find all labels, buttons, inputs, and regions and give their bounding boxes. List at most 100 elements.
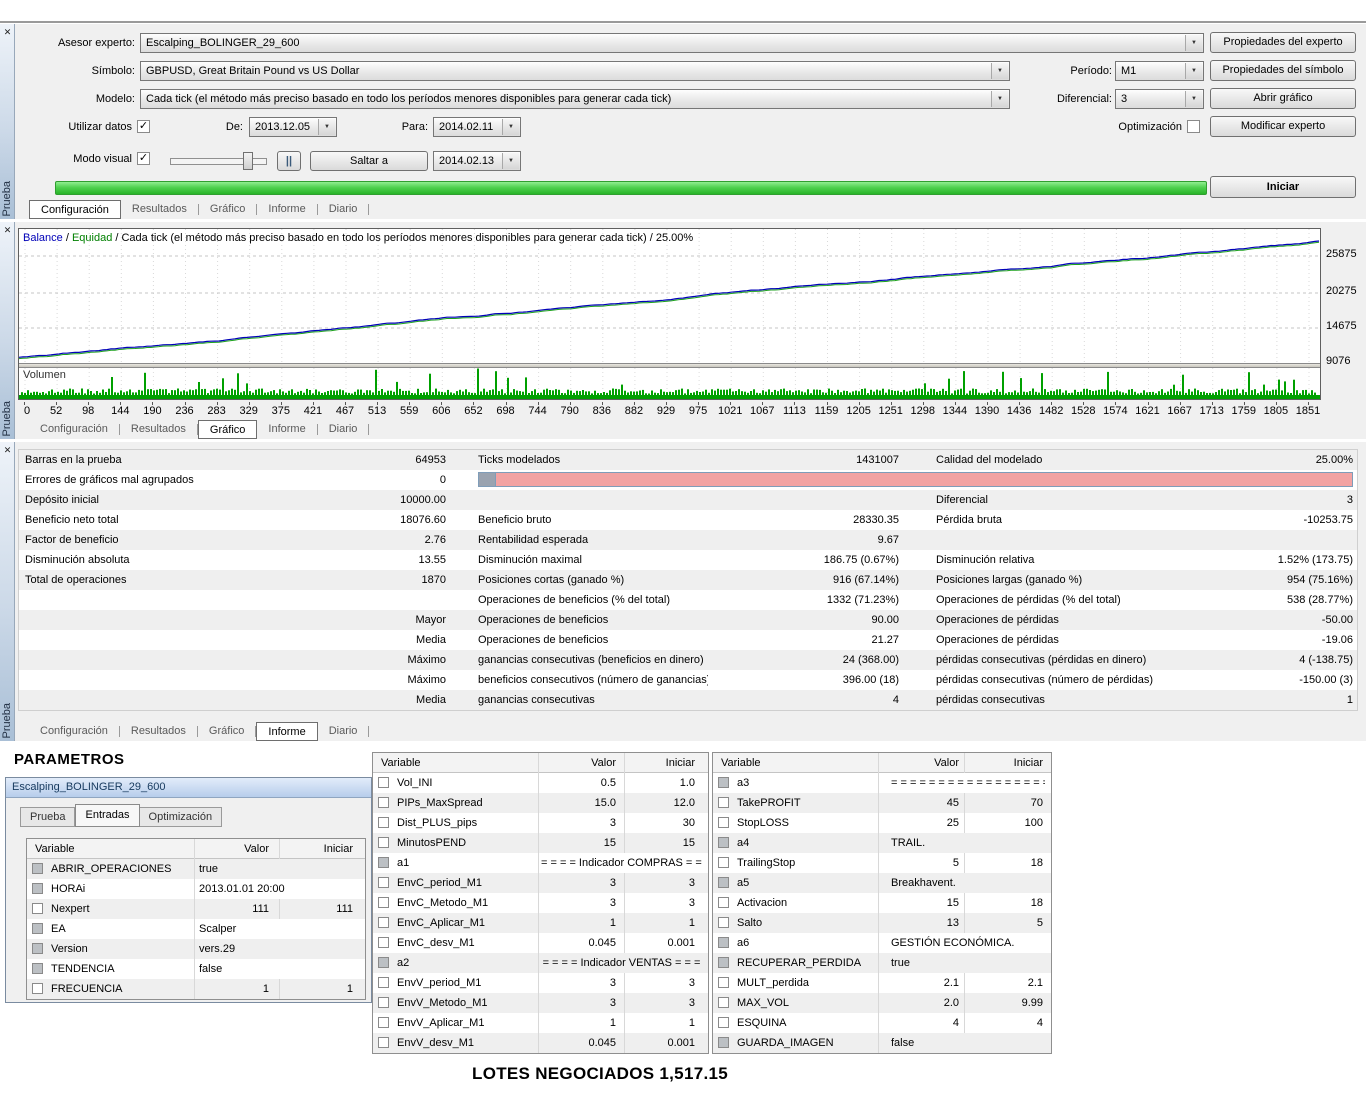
x-tick-label: 421 — [304, 405, 322, 417]
param-checkbox[interactable] — [718, 917, 729, 928]
report-cell: 4 (-138.75) — [1123, 650, 1353, 670]
param-checkbox[interactable] — [378, 997, 389, 1008]
param-checkbox[interactable] — [718, 817, 729, 828]
model-select[interactable]: Cada tick (el método más preciso basado … — [140, 89, 1010, 109]
param-checkbox[interactable] — [718, 857, 729, 868]
tab-informe[interactable]: Informe — [256, 722, 317, 741]
skip-to-button[interactable]: Saltar a — [310, 151, 428, 171]
tab-grafico[interactable]: Gráfico — [198, 420, 257, 439]
tab-diario[interactable]: Diario — [318, 420, 369, 439]
tab-grafico[interactable]: Gráfico — [198, 722, 255, 741]
chevron-down-icon[interactable]: ▼ — [502, 119, 519, 135]
prueba-vertical-tab[interactable]: Prueba — [1, 181, 13, 216]
prueba-vertical-tab[interactable]: Prueba — [1, 703, 13, 738]
expert-select[interactable]: Escalping_BOLINGER_29_600 ▼ — [140, 33, 1204, 53]
chevron-down-icon[interactable]: ▼ — [1185, 63, 1202, 79]
prueba-vertical-tab[interactable]: Prueba — [1, 401, 13, 436]
open-chart-button[interactable]: Abrir gráfico — [1210, 88, 1356, 109]
param-name: Activacion — [737, 893, 874, 913]
from-date-select[interactable]: 2013.12.05 ▼ — [249, 117, 337, 137]
report-cell: 1.52% (173.75) — [1123, 550, 1353, 570]
tab-configuracion[interactable]: Configuración — [29, 722, 119, 741]
param-name: a1 — [397, 853, 534, 873]
param-value: 3 — [526, 893, 616, 913]
param-checkbox[interactable] — [378, 977, 389, 988]
tab-configuracion[interactable]: Configuración — [29, 200, 121, 219]
param-checkbox[interactable] — [718, 977, 729, 988]
dialog-title-bar[interactable]: Escalping_BOLINGER_29_600 — [6, 778, 371, 798]
to-date-select[interactable]: 2014.02.11 ▼ — [433, 117, 521, 137]
close-icon[interactable]: ✕ — [0, 225, 15, 236]
close-icon[interactable]: ✕ — [0, 445, 15, 456]
modify-expert-button[interactable]: Modificar experto — [1210, 116, 1356, 137]
chevron-down-icon[interactable]: ▼ — [991, 63, 1008, 79]
param-checkbox[interactable] — [378, 1017, 389, 1028]
tab-informe[interactable]: Informe — [257, 420, 316, 439]
param-checkbox[interactable] — [718, 837, 729, 848]
param-checkbox[interactable] — [378, 937, 389, 948]
param-checkbox[interactable] — [378, 897, 389, 908]
period-select[interactable]: M1 ▼ — [1115, 61, 1204, 81]
param-checkbox[interactable] — [378, 877, 389, 888]
skip-date-select[interactable]: 2014.02.13 ▼ — [433, 151, 521, 171]
dialog-tab-prueba[interactable]: Prueba — [20, 807, 75, 827]
tab-resultados[interactable]: Resultados — [121, 200, 198, 219]
tab-informe[interactable]: Informe — [257, 200, 316, 219]
chevron-down-icon[interactable]: ▼ — [318, 119, 335, 135]
pause-button[interactable]: || — [277, 151, 301, 171]
param-checkbox[interactable] — [718, 1037, 729, 1048]
param-checkbox[interactable] — [378, 857, 389, 868]
param-checkbox[interactable] — [718, 937, 729, 948]
optimization-checkbox[interactable] — [1187, 120, 1200, 133]
tab-resultados[interactable]: Resultados — [120, 420, 197, 439]
param-checkbox[interactable] — [378, 797, 389, 808]
param-checkbox[interactable] — [32, 943, 43, 954]
param-checkbox[interactable] — [32, 983, 43, 994]
chevron-down-icon[interactable]: ▼ — [1185, 35, 1202, 51]
tab-diario[interactable]: Diario — [318, 200, 369, 219]
dialog-tab-entradas[interactable]: Entradas — [75, 804, 139, 827]
symbol-label: Símbolo: — [20, 61, 135, 81]
symbol-properties-button[interactable]: Propiedades del símbolo — [1210, 60, 1356, 81]
visual-speed-slider-handle[interactable] — [243, 152, 253, 170]
param-checkbox[interactable] — [718, 797, 729, 808]
to-date-value: 2014.02.11 — [439, 118, 500, 136]
param-checkbox[interactable] — [718, 997, 729, 1008]
tab-grafico[interactable]: Gráfico — [199, 200, 256, 219]
param-checkbox[interactable] — [378, 1037, 389, 1048]
param-checkbox[interactable] — [378, 817, 389, 828]
spread-select[interactable]: 3 ▼ — [1115, 89, 1204, 109]
param-checkbox[interactable] — [32, 923, 43, 934]
tab-configuracion[interactable]: Configuración — [29, 420, 119, 439]
param-checkbox[interactable] — [32, 963, 43, 974]
param-checkbox[interactable] — [718, 957, 729, 968]
tab-resultados[interactable]: Resultados — [120, 722, 197, 741]
param-name: a3 — [737, 773, 874, 793]
param-checkbox[interactable] — [378, 957, 389, 968]
expert-properties-button[interactable]: Propiedades del experto — [1210, 32, 1356, 53]
param-checkbox[interactable] — [718, 877, 729, 888]
chevron-down-icon[interactable]: ▼ — [502, 153, 519, 169]
close-icon[interactable]: ✕ — [0, 27, 15, 38]
start-button[interactable]: Iniciar — [1210, 176, 1356, 198]
param-checkbox[interactable] — [718, 1017, 729, 1028]
param-checkbox[interactable] — [378, 837, 389, 848]
symbol-select[interactable]: GBPUSD, Great Britain Pound vs US Dollar… — [140, 61, 1010, 81]
param-checkbox[interactable] — [32, 883, 43, 894]
visual-mode-checkbox[interactable]: ✓ — [137, 152, 150, 165]
dialog-tab-optimizacion[interactable]: Optimización — [140, 807, 223, 827]
column-divider — [624, 913, 625, 933]
tester-tabs-row-report: ConfiguraciónResultadosGráficoInformeDia… — [15, 722, 1366, 741]
chevron-down-icon[interactable]: ▼ — [991, 91, 1008, 107]
param-checkbox[interactable] — [32, 903, 43, 914]
param-checkbox[interactable] — [378, 777, 389, 788]
param-checkbox[interactable] — [718, 897, 729, 908]
param-checkbox[interactable] — [32, 863, 43, 874]
param-name: RECUPERAR_PERDIDA — [737, 953, 874, 973]
use-dates-checkbox[interactable]: ✓ — [137, 120, 150, 133]
chevron-down-icon[interactable]: ▼ — [1185, 91, 1202, 107]
param-checkbox[interactable] — [378, 917, 389, 928]
column-divider — [878, 773, 879, 793]
tab-diario[interactable]: Diario — [318, 722, 369, 741]
param-checkbox[interactable] — [718, 777, 729, 788]
